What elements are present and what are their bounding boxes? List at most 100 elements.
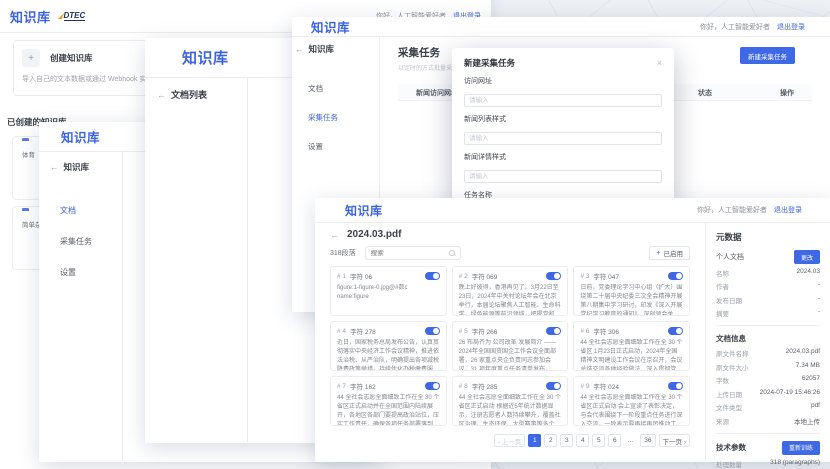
column-status: 状态 — [698, 88, 712, 98]
chunk-text: 近日，国家税务总局发布公告，认真贯彻落实中央经济工作会议精神，推进依法治税、从严… — [337, 339, 440, 371]
chunk-text: figure:1-figure-0.jpg@#数c name:figure — [337, 284, 440, 302]
tech-params-title: 技术参数 — [716, 442, 746, 453]
chunk-text: 44 全社会志愿全面细致工作在全 30 个省区正式启动 会上宣读了表彰决定，与会… — [580, 394, 683, 426]
back-button[interactable]: ← 知识库 — [50, 161, 122, 173]
back-label: 知识库 — [309, 43, 335, 55]
pagination-page[interactable]: 36 — [640, 434, 655, 447]
chunk-enabled-toggle[interactable] — [425, 382, 440, 390]
url-input[interactable] — [464, 94, 662, 107]
sidebar-item-settings[interactable]: 设置 — [308, 141, 379, 152]
file-info-title: 文档信息 — [716, 333, 820, 344]
meta-value: - — [818, 281, 820, 291]
pagination-page[interactable]: 1 — [528, 434, 541, 447]
chunk-enabled-toggle[interactable] — [668, 327, 683, 335]
chunk-enabled-toggle[interactable] — [546, 327, 561, 335]
pagination-ellipsis: … — [624, 434, 637, 447]
back-button[interactable]: ← 文档列表 — [157, 88, 247, 101]
chunk-enabled-toggle[interactable] — [425, 327, 440, 335]
meta-key: 来源 — [716, 416, 729, 426]
chunk-char-count: 字符 285 — [472, 381, 498, 391]
create-kb-title: 创建知识库 — [50, 52, 93, 64]
back-button[interactable]: ← 知识库 — [295, 43, 379, 55]
meta-value: 318 (paragraphs) — [770, 459, 820, 469]
chunk-card[interactable]: # 1字符 06 figure:1-figure-0.jpg@#数c name:… — [330, 266, 447, 316]
field-label-url: 访问网址 — [464, 76, 662, 86]
sidebar-item-documents[interactable]: 文档 — [308, 83, 379, 94]
plus-icon: + — [22, 49, 40, 67]
retrain-button[interactable]: 重新训练 — [782, 441, 820, 455]
search-input[interactable] — [371, 250, 449, 257]
back-arrow-icon: ← — [50, 162, 59, 172]
detail-style-input[interactable] — [464, 170, 662, 183]
chunk-text: 44 全社会志愿全面细致工作在全 30 个省区正式启动 根据近5年统计数据显示，… — [459, 394, 562, 426]
pagination: ‹ 上一页 1 2 3 4 5 6 … 36 下一页 › — [330, 434, 690, 447]
chunk-card[interactable]: # 3字符 047 日前，党委理论学习中心组（扩大）围绕第二十届中央纪委三次全会… — [573, 266, 690, 316]
chunk-text: 44 全社会志愿全面细致工作在全 30 个省区 1月23日正式启动，2024年全… — [580, 339, 683, 371]
back-arrow-icon[interactable]: ← — [330, 230, 339, 240]
meta-key: 作者 — [716, 281, 729, 291]
chunk-card[interactable]: # 5字符 266 26 布局齐为 公司改革 发展简介 ——2024年全国国资国… — [452, 321, 569, 371]
sidebar-item-collection-tasks[interactable]: 采集任务 — [60, 236, 122, 247]
search-box[interactable] — [365, 246, 461, 260]
change-doc-type-button[interactable]: 更改 — [794, 250, 820, 264]
chunk-enabled-toggle[interactable] — [425, 272, 440, 280]
search-icon — [449, 250, 455, 256]
doc-title: 2024.03.pdf — [347, 229, 401, 240]
meta-key: 发布日期 — [716, 295, 742, 305]
doc-type-label: 个人文档 — [716, 252, 744, 262]
pagination-next[interactable]: 下一页 › — [659, 434, 690, 447]
meta-key: 字数 — [716, 375, 729, 385]
pagination-prev[interactable]: ‹ 上一页 — [494, 434, 525, 447]
meta-key: 摘要 — [716, 308, 729, 318]
chunk-enabled-toggle[interactable] — [668, 382, 683, 390]
sidebar-item-documents[interactable]: 文档 — [60, 205, 122, 216]
back-arrow-icon: ← — [295, 44, 304, 54]
enabled-filter-label: 已启用 — [664, 248, 684, 258]
chunk-index: # 8 — [459, 383, 468, 390]
chunk-card[interactable]: # 8 字符 285 44 全社会志愿全面细致工作在全 30 个省区正式启动 根据… — [452, 376, 569, 426]
close-icon[interactable]: × — [657, 58, 662, 68]
chunk-card[interactable]: # 7字符 162 44 全社会志愿全面细致工作在全 30 个省区正式启动并在全… — [330, 376, 447, 426]
enabled-filter-button[interactable]: + 已启用 — [649, 246, 690, 260]
pagination-page[interactable]: 2 — [544, 434, 557, 447]
chunk-card[interactable]: # 2字符 069 晚上好彼得，香港再见了。3月22日至23日，2024年中关村… — [452, 266, 569, 316]
back-label: 知识库 — [64, 161, 90, 173]
chunk-card[interactable]: # 4 字符 278 近日，国家税务总局发布公告，认真贯彻落实中央经济工作会议精神… — [330, 321, 447, 371]
user-greeting: 你好，人工智能爱好者 — [700, 22, 770, 32]
company-logo: DTEC — [59, 11, 86, 21]
meta-key: 原文件大小 — [716, 362, 749, 372]
logout-link[interactable]: 退出登录 — [774, 205, 802, 215]
chunk-card[interactable]: # 6 字符 306 44 全社会志愿全面细致工作在全 30 个省区 1月23日正… — [573, 321, 690, 371]
chunk-enabled-toggle[interactable] — [668, 272, 683, 280]
meta-value: pdf — [811, 402, 820, 412]
new-task-button[interactable]: 新建采集任务 — [740, 47, 795, 64]
meta-key: 名称 — [716, 268, 729, 278]
pagination-page[interactable]: 6 — [608, 434, 621, 447]
chunk-char-count: 字符 047 — [593, 271, 619, 281]
chunk-enabled-toggle[interactable] — [546, 382, 561, 390]
sidebar-item-collection-tasks[interactable]: 采集任务 — [308, 112, 379, 123]
meta-value: - — [818, 295, 820, 305]
chunk-enabled-toggle[interactable] — [546, 272, 561, 280]
pagination-page[interactable]: 4 — [576, 434, 589, 447]
logout-link[interactable]: 退出登录 — [777, 22, 805, 32]
chunk-char-count: 字符 306 — [593, 326, 619, 336]
modal-new-task: 新建采集任务 × 访问网址 新闻列表样式 新闻详情样式 任务名称 是否定时执行 … — [452, 48, 674, 213]
pagination-page[interactable]: 5 — [592, 434, 605, 447]
sidebar-item-settings[interactable]: 设置 — [60, 267, 122, 278]
chunk-char-count: 字符 278 — [350, 326, 376, 336]
chunk-index: # 6 — [580, 328, 589, 335]
app-title: 知识库 — [345, 202, 383, 219]
chunk-char-count: 字符 162 — [350, 381, 376, 391]
window-doc-detail: 知识库 你好，人工智能爱好者 退出登录 ← 2024.03.pdf 318段落 — [315, 198, 830, 462]
chunk-char-count: 字符 06 — [350, 271, 372, 281]
list-style-input[interactable] — [464, 132, 662, 145]
chunk-index: # 7 — [337, 383, 346, 390]
pagination-page[interactable]: 3 — [560, 434, 573, 447]
chunk-index: # 2 — [459, 273, 468, 280]
meta-value: 2024.03 — [797, 268, 821, 278]
chunk-index: # 4 — [337, 328, 346, 335]
paragraph-count: 318段落 — [330, 248, 356, 258]
meta-value: - — [818, 308, 820, 318]
chunk-card[interactable]: # 9字符 024 44 全社会志愿全面细致工作在全 30 个省区正式启动 会上… — [573, 376, 690, 426]
